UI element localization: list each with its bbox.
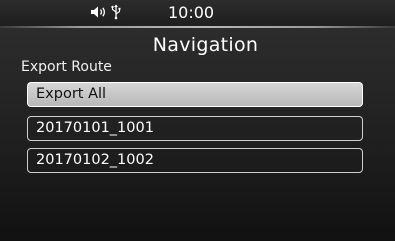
clock: 10:00: [168, 3, 215, 22]
route-item-20170101-1001[interactable]: 20170101_1001: [27, 116, 363, 141]
volume-icon: [90, 5, 108, 19]
status-icons: [90, 3, 124, 21]
navigation-export-route-screen: 10:00 Navigation Export Route Export All…: [0, 0, 395, 241]
export-all-button[interactable]: Export All: [27, 82, 363, 107]
header-divider: [0, 26, 395, 28]
usb-icon: [110, 4, 124, 20]
screen-title: Navigation: [152, 34, 259, 56]
section-label: Export Route: [21, 59, 112, 75]
status-bar: 10:00: [0, 0, 395, 26]
route-item-20170102-1002[interactable]: 20170102_1002: [27, 148, 363, 173]
